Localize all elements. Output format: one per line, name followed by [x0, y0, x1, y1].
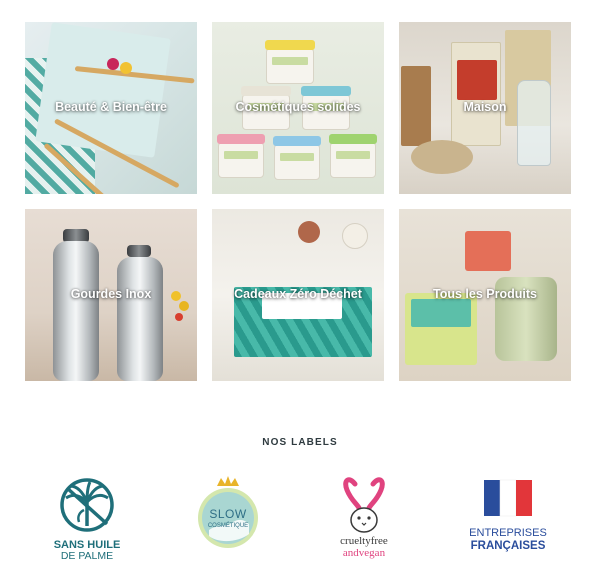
category-tile-beaute[interactable]: Beauté & Bien-être: [25, 22, 197, 194]
category-label: Cosmétiques solides: [235, 100, 361, 114]
category-tile-tous-produits[interactable]: Tous les Produits: [399, 209, 571, 381]
label-sans-huile-de-palme: SANS HUILE DE PALME: [32, 474, 142, 562]
label-line2: DE PALME: [61, 550, 113, 562]
category-label: Gourdes Inox: [70, 287, 152, 301]
category-label: Tous les Produits: [433, 287, 537, 301]
label-line1: crueltyfree: [340, 535, 388, 547]
label-line2: FRANÇAISES: [471, 540, 546, 552]
category-label: Maison: [463, 100, 507, 114]
bunny-icon: [343, 477, 385, 533]
category-tile-cosmetiques[interactable]: Cosmétiques solides: [212, 22, 384, 194]
palm-crossed-icon: [60, 478, 114, 532]
labels-section-title: NOS LABELS: [262, 437, 338, 448]
label-slow-cosmetique: SLOW COSMÉTIQUE: [173, 474, 283, 562]
category-tile-gourdes[interactable]: Gourdes Inox: [25, 209, 197, 381]
category-label: Cadeaux Zéro Déchet: [234, 287, 362, 301]
label-line2: andvegan: [343, 547, 386, 559]
category-tile-maison[interactable]: Maison: [399, 22, 571, 194]
french-flag-icon: [484, 479, 532, 517]
label-line1: SLOW: [209, 507, 247, 521]
label-line2: COSMÉTIQUE: [208, 522, 248, 529]
category-label: Beauté & Bien-être: [55, 100, 167, 114]
category-tile-cadeaux[interactable]: Cadeaux Zéro Déchet: [212, 209, 384, 381]
label-line1: ENTREPRISES: [469, 527, 547, 539]
label-entreprises-francaises: ENTREPRISES FRANÇAISES: [452, 474, 562, 562]
category-grid: Beauté & Bien-être Cosmétiques solides M…: [25, 22, 571, 381]
label-cruelty-free-vegan: crueltyfree andvegan: [309, 474, 419, 562]
